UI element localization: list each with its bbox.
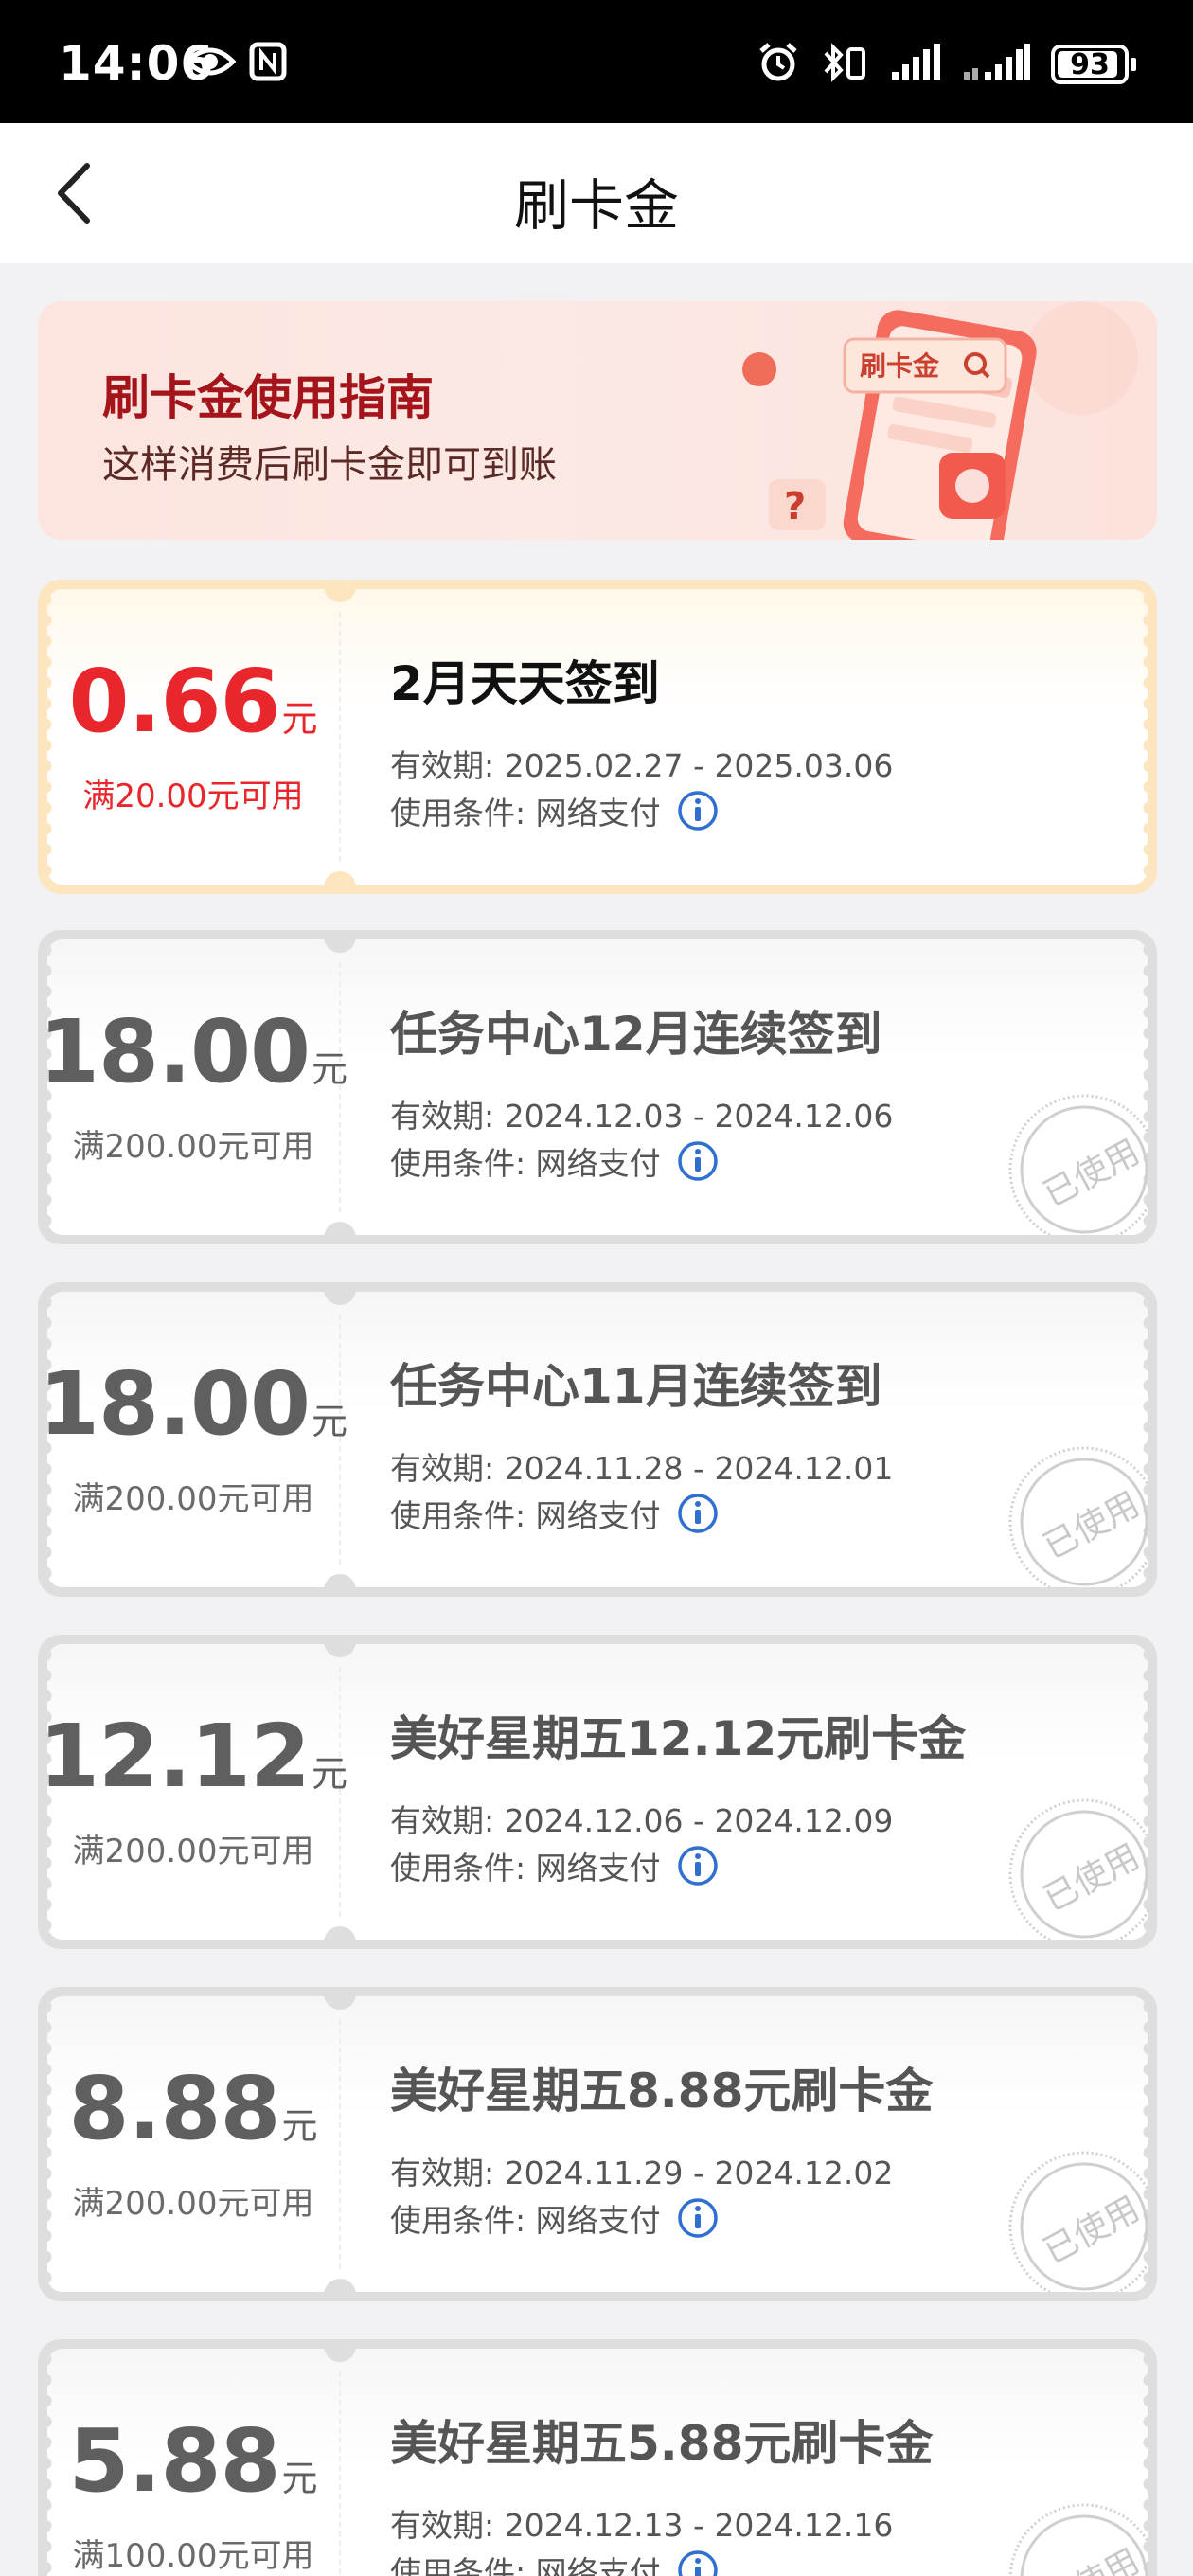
coupon-card[interactable]: 8.88 元 满200.00元可用 美好星期五8.88元刷卡金 有效期: 202… — [38, 1987, 1157, 2301]
used-stamp-icon: 已使用 — [1008, 2151, 1148, 2292]
coupon-amount-area: 0.66 元 满20.00元可用 — [47, 589, 339, 885]
coupon-amount-area: 5.88 元 满100.00元可用 — [47, 2349, 339, 2576]
coupon-title: 任务中心12月连续签到 — [390, 1007, 882, 1062]
coupon-amount: 8.88 — [68, 2057, 280, 2159]
coupon-card[interactable]: 18.00 元 满200.00元可用 任务中心12月连续签到 有效期: 2024… — [38, 930, 1157, 1244]
used-stamp-text: 已使用 — [1038, 1133, 1147, 1215]
coupon-threshold: 满200.00元可用 — [72, 1479, 314, 1518]
banner-title: 刷卡金使用指南 — [102, 370, 434, 425]
coupon-threshold: 满200.00元可用 — [72, 1127, 314, 1166]
coupon-condition: 使用条件: 网络支付 — [390, 788, 720, 833]
coupon-amount: 18.00 — [47, 1352, 311, 1455]
coupon-condition: 使用条件: 网络支付 — [390, 2548, 720, 2576]
coupon-body: 0.66 元 满20.00元可用 2月天天签到 有效期: 2025.02.27 … — [47, 589, 1148, 885]
coupon-title: 2月天天签到 — [390, 656, 660, 711]
coupon-amount: 12.12 — [47, 1705, 311, 1807]
coupon-condition: 使用条件: 网络支付 — [390, 1843, 720, 1888]
coupon-divider — [339, 2371, 341, 2576]
coupon-condition-text: 使用条件: 网络支付 — [390, 2202, 661, 2239]
coupon-unit: 元 — [312, 1047, 348, 1090]
coupon-validity: 有效期: 2024.11.28 - 2024.12.01 — [390, 1450, 894, 1487]
used-stamp-text: 已使用 — [1038, 1485, 1147, 1567]
battery-indicator: 93 — [1051, 45, 1136, 84]
coupon-condition-text: 使用条件: 网络支付 — [390, 1497, 661, 1534]
page-title: 刷卡金 — [513, 173, 679, 238]
coupon-body: 18.00 元 满200.00元可用 任务中心11月连续签到 有效期: 2024… — [47, 1292, 1148, 1587]
coupon-divider — [339, 612, 341, 862]
used-stamp-icon: 已使用 — [1008, 1094, 1148, 1235]
coupon-title: 美好星期五12.12元刷卡金 — [390, 1711, 967, 1766]
coupon-amount-area: 8.88 元 满200.00元可用 — [47, 1996, 339, 2292]
coupon-threshold: 满200.00元可用 — [72, 2184, 314, 2223]
coupon-title: 任务中心11月连续签到 — [390, 1359, 882, 1414]
signal-icon — [890, 44, 941, 85]
coupon-condition: 使用条件: 网络支付 — [390, 2195, 720, 2241]
info-icon[interactable] — [676, 1844, 720, 1887]
coupon-validity: 有效期: 2024.12.13 - 2024.12.16 — [390, 2507, 894, 2544]
status-bar: 14:06 93 — [0, 0, 1193, 123]
coupon-card[interactable]: 0.66 元 满20.00元可用 2月天天签到 有效期: 2025.02.27 … — [38, 580, 1157, 894]
coupon-title: 美好星期五8.88元刷卡金 — [390, 2064, 934, 2119]
coupon-condition-text: 使用条件: 网络支付 — [390, 1145, 661, 1182]
coupon-unit: 元 — [281, 697, 318, 740]
coupon-threshold: 满200.00元可用 — [72, 1832, 314, 1870]
alarm-icon — [757, 42, 799, 87]
bluetooth-icon — [820, 42, 869, 87]
coupon-threshold: 满20.00元可用 — [82, 777, 304, 815]
coupon-amount-area: 18.00 元 满200.00元可用 — [47, 939, 347, 1235]
phone-illustration-icon: 刷卡金 ? — [742, 301, 1138, 540]
coupon-threshold: 满100.00元可用 — [72, 2536, 314, 2575]
coupon-condition-text: 使用条件: 网络支付 — [390, 2554, 661, 2576]
scallop-edge — [1138, 589, 1148, 885]
coupon-condition-text: 使用条件: 网络支付 — [390, 795, 661, 832]
info-icon[interactable] — [676, 2549, 720, 2576]
coupon-divider — [339, 2019, 341, 2269]
used-stamp-icon: 已使用 — [1008, 1798, 1148, 1940]
coupon-amount-area: 12.12 元 满200.00元可用 — [47, 1644, 347, 1940]
info-icon[interactable] — [676, 789, 720, 832]
coupon-body: 12.12 元 满200.00元可用 美好星期五12.12元刷卡金 有效期: 2… — [47, 1644, 1148, 1940]
used-stamp-icon: 已使用 — [1008, 2503, 1148, 2576]
used-stamp-icon: 已使用 — [1008, 1446, 1148, 1587]
banner-art-label: 刷卡金 — [860, 350, 940, 382]
coupon-card[interactable]: 12.12 元 满200.00元可用 美好星期五12.12元刷卡金 有效期: 2… — [38, 1635, 1157, 1949]
coupon-unit: 元 — [312, 1752, 348, 1795]
coupon-condition: 使用条件: 网络支付 — [390, 1138, 720, 1184]
signal-icon — [962, 44, 1030, 85]
coupon-amount: 0.66 — [68, 650, 280, 752]
used-stamp-text: 已使用 — [1038, 1837, 1147, 1920]
coupon-body: 8.88 元 满200.00元可用 美好星期五8.88元刷卡金 有效期: 202… — [47, 1996, 1148, 2292]
coupon-unit: 元 — [281, 2104, 318, 2147]
coupon-validity: 有效期: 2024.11.29 - 2024.12.02 — [390, 2155, 894, 2191]
usage-guide-banner[interactable]: 刷卡金使用指南 这样消费后刷卡金即可到账 刷卡金 ? — [38, 301, 1157, 540]
coupon-validity: 有效期: 2025.02.27 - 2025.03.06 — [390, 747, 894, 784]
used-stamp-text: 已使用 — [1038, 2190, 1147, 2272]
coupon-condition-text: 使用条件: 网络支付 — [390, 1850, 661, 1887]
coupon-title: 美好星期五5.88元刷卡金 — [390, 2416, 934, 2471]
navigation-header: 刷卡金 — [0, 123, 1193, 263]
eye-icon — [184, 43, 237, 84]
banner-subtitle: 这样消费后刷卡金即可到账 — [102, 443, 557, 487]
coupon-amount: 18.00 — [47, 1000, 311, 1102]
info-icon[interactable] — [676, 1492, 720, 1535]
coupon-card[interactable]: 5.88 元 满100.00元可用 美好星期五5.88元刷卡金 有效期: 202… — [38, 2339, 1157, 2576]
battery-level: 93 — [1070, 47, 1110, 81]
coupon-amount: 5.88 — [68, 2409, 280, 2512]
coupon-amount-area: 18.00 元 满200.00元可用 — [47, 1292, 347, 1587]
info-icon[interactable] — [676, 2196, 720, 2240]
coupon-card[interactable]: 18.00 元 满200.00元可用 任务中心11月连续签到 有效期: 2024… — [38, 1282, 1157, 1597]
used-stamp-text: 已使用 — [1038, 2542, 1147, 2576]
coupon-validity: 有效期: 2024.12.06 - 2024.12.09 — [390, 1802, 894, 1839]
coupon-unit: 元 — [312, 1400, 348, 1442]
coupon-info: 2月天天签到 有效期: 2025.02.27 - 2025.03.06 使用条件… — [390, 589, 1129, 885]
coupon-unit: 元 — [281, 2457, 318, 2499]
nfc-icon — [249, 42, 287, 85]
info-icon[interactable] — [676, 1139, 720, 1183]
coupon-body: 5.88 元 满100.00元可用 美好星期五5.88元刷卡金 有效期: 202… — [47, 2349, 1148, 2576]
svg-text:?: ? — [784, 485, 806, 528]
coupon-validity: 有效期: 2024.12.03 - 2024.12.06 — [390, 1098, 894, 1135]
coupon-condition: 使用条件: 网络支付 — [390, 1491, 720, 1536]
coupon-body: 18.00 元 满200.00元可用 任务中心12月连续签到 有效期: 2024… — [47, 939, 1148, 1235]
